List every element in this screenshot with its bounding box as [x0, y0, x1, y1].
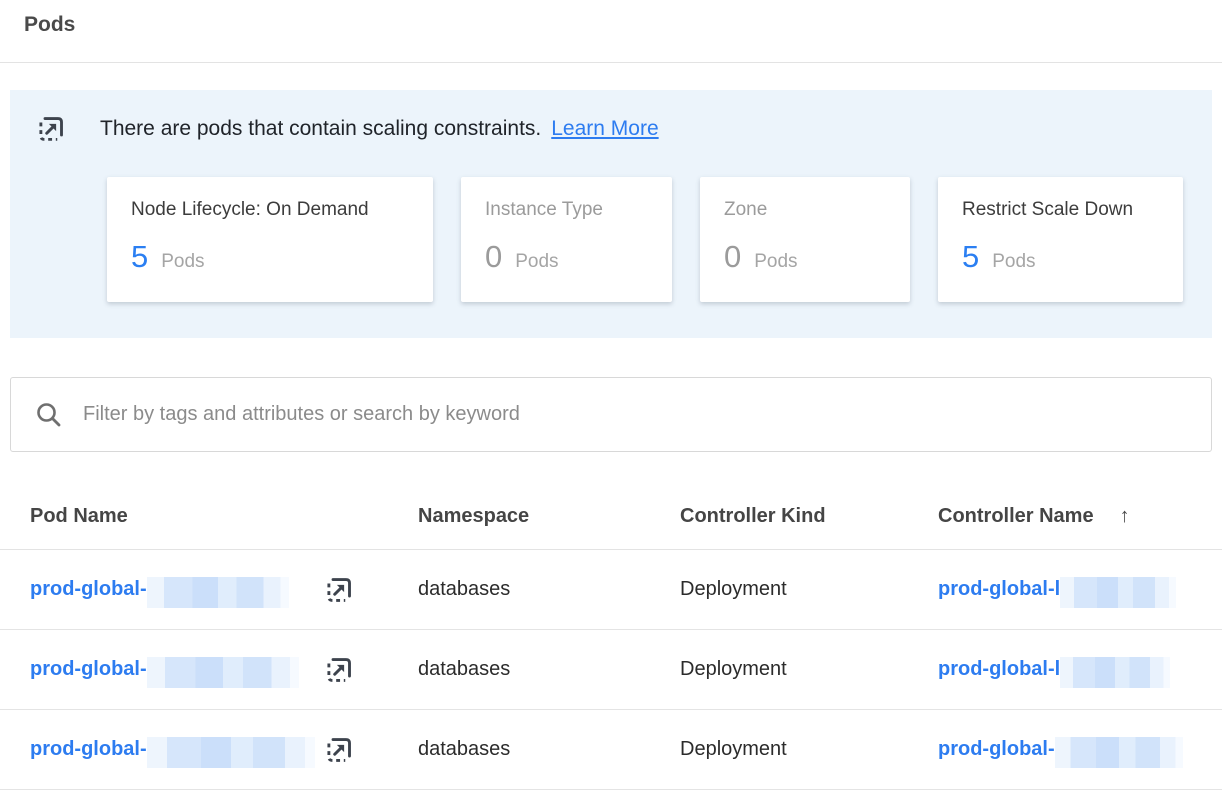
pod-name-text: prod-global-: [30, 578, 147, 601]
card-title: Zone: [724, 199, 886, 221]
namespace-cell: databases: [418, 658, 680, 681]
scale-out-icon[interactable]: [324, 575, 354, 605]
card-count-unit: Pods: [161, 251, 204, 273]
redacted-controller-name: [1055, 737, 1183, 768]
card-count: 0 Pods: [724, 239, 886, 275]
column-header-pod-name[interactable]: Pod Name: [30, 505, 418, 528]
controller-kind-cell: Deployment: [680, 738, 938, 761]
redacted-controller-name: [1060, 577, 1176, 608]
column-header-controller-name[interactable]: Controller Name ↑: [938, 505, 1222, 528]
page-title: Pods: [24, 12, 1222, 38]
controller-name-text: prod-global-l: [938, 578, 1060, 601]
namespace-cell: databases: [418, 578, 680, 601]
search-input[interactable]: [83, 403, 1211, 426]
redacted-pod-name: [147, 737, 315, 768]
learn-more-link[interactable]: Learn More: [551, 117, 658, 141]
banner-message: There are pods that contain scaling cons…: [100, 117, 541, 141]
table-row: prod-global- databases Deployment prod-g…: [0, 630, 1222, 710]
card-count: 5 Pods: [962, 239, 1159, 275]
namespace-cell: databases: [418, 738, 680, 761]
pod-name-link[interactable]: prod-global-: [30, 734, 315, 765]
scale-out-icon[interactable]: [324, 735, 354, 765]
card-count: 5 Pods: [131, 239, 409, 275]
filter-search-bar[interactable]: [10, 377, 1212, 452]
pod-name-cell: prod-global-: [30, 734, 418, 765]
redacted-pod-name: [147, 577, 289, 608]
controller-name-link[interactable]: prod-global-: [938, 734, 1222, 765]
card-count: 0 Pods: [485, 239, 648, 275]
pod-name-text: prod-global-: [30, 738, 147, 761]
card-title: Node Lifecycle: On Demand: [131, 199, 409, 221]
card-node-lifecycle-on-demand[interactable]: Node Lifecycle: On Demand 5 Pods: [107, 177, 433, 302]
controller-name-text: prod-global-l: [938, 658, 1060, 681]
column-header-namespace[interactable]: Namespace: [418, 505, 680, 528]
constraint-summary-cards: Node Lifecycle: On Demand 5 Pods Instanc…: [107, 177, 1212, 302]
controller-name-cell: prod-global-: [938, 734, 1222, 765]
scaling-constraints-banner: There are pods that contain scaling cons…: [10, 90, 1212, 338]
controller-name-link[interactable]: prod-global-l: [938, 654, 1222, 685]
card-count-unit: Pods: [754, 251, 797, 273]
controller-name-link[interactable]: prod-global-l: [938, 574, 1222, 605]
column-header-label: Controller Name: [938, 505, 1094, 527]
card-count-value: 5: [962, 239, 979, 275]
card-count-unit: Pods: [515, 251, 558, 273]
pod-name-text: prod-global-: [30, 658, 147, 681]
title-divider: [0, 62, 1222, 63]
controller-name-text: prod-global-: [938, 738, 1055, 761]
card-title: Restrict Scale Down: [962, 199, 1159, 221]
search-icon: [35, 401, 62, 428]
card-count-value: 0: [724, 239, 741, 275]
card-instance-type[interactable]: Instance Type 0 Pods: [461, 177, 672, 302]
controller-kind-cell: Deployment: [680, 658, 938, 681]
table-body: prod-global- databases Deployment prod-g…: [0, 550, 1222, 790]
pod-name-link[interactable]: prod-global-: [30, 654, 299, 685]
controller-kind-cell: Deployment: [680, 578, 938, 601]
pods-table: Pod Name Namespace Controller Kind Contr…: [0, 452, 1222, 790]
card-count-unit: Pods: [992, 251, 1035, 273]
table-row: prod-global- databases Deployment prod-g…: [0, 710, 1222, 790]
card-count-value: 5: [131, 239, 148, 275]
column-header-controller-kind[interactable]: Controller Kind: [680, 505, 938, 528]
scale-out-icon[interactable]: [324, 655, 354, 685]
pod-name-cell: prod-global-: [30, 654, 418, 685]
redacted-controller-name: [1060, 657, 1170, 688]
card-zone[interactable]: Zone 0 Pods: [700, 177, 910, 302]
pod-name-link[interactable]: prod-global-: [30, 574, 289, 605]
controller-name-cell: prod-global-l: [938, 654, 1222, 685]
redacted-pod-name: [147, 657, 299, 688]
table-header-row: Pod Name Namespace Controller Kind Contr…: [0, 452, 1222, 550]
controller-name-cell: prod-global-l: [938, 574, 1222, 605]
card-count-value: 0: [485, 239, 502, 275]
card-restrict-scale-down[interactable]: Restrict Scale Down 5 Pods: [938, 177, 1183, 302]
table-row: prod-global- databases Deployment prod-g…: [0, 550, 1222, 630]
banner-header: There are pods that contain scaling cons…: [10, 90, 1212, 144]
sort-ascending-icon: ↑: [1120, 505, 1130, 528]
scale-out-icon: [36, 114, 66, 144]
pod-name-cell: prod-global-: [30, 574, 418, 605]
card-title: Instance Type: [485, 199, 648, 221]
